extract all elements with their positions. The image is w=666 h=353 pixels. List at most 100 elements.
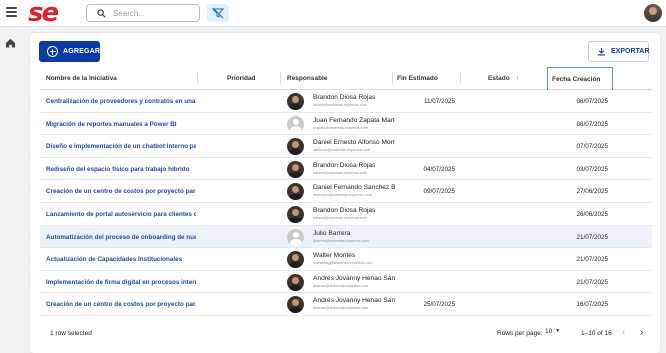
table-row[interactable]: Rediseño del espacio físico para trabajo… bbox=[40, 158, 652, 181]
initiative-name-link[interactable]: Automatización del proceso de onboarding… bbox=[46, 226, 196, 249]
fecha-creacion-cell: 07/07/2025 bbox=[576, 143, 608, 151]
fecha-creacion-cell: 27/06/2025 bbox=[576, 188, 608, 196]
initiative-name-link[interactable]: Migración de reportes manuales a Power B… bbox=[46, 113, 196, 136]
responsable-email: bdiosa@sistemas.expertos.com bbox=[313, 170, 367, 175]
home-icon[interactable] bbox=[5, 35, 16, 53]
responsable-name: Walter Montes bbox=[313, 252, 356, 260]
hamburger-menu-icon[interactable] bbox=[6, 7, 17, 18]
avatar bbox=[287, 228, 304, 246]
responsable-email: ahenao@sistemas.expertos.com bbox=[313, 283, 369, 288]
responsable-email: marketing@sistemas.expertos.com bbox=[313, 261, 373, 266]
responsable-name: Brandon Diosa Rojas bbox=[313, 161, 376, 169]
fecha-creacion-cell: 21/07/2025 bbox=[576, 233, 608, 241]
table-row[interactable]: Diseño e implementación de un chatbot in… bbox=[40, 135, 652, 158]
initiative-name-link[interactable]: Centralización de proveedores y contrato… bbox=[46, 90, 196, 113]
initiative-name-link[interactable]: Creación de un centro de costos por proy… bbox=[46, 293, 196, 316]
fecha-creacion-cell: 16/07/2025 bbox=[576, 301, 608, 309]
table-row[interactable]: Actualización de Capacidades Institucion… bbox=[40, 248, 652, 271]
avatar bbox=[287, 251, 304, 269]
rows-per-page-value: 10 bbox=[545, 328, 553, 335]
fin-estimado-cell bbox=[403, 248, 455, 271]
responsable-email: jbarrera@sistemas.expertos.com bbox=[313, 238, 369, 243]
responsable-email: bdiosa@sistemas.expertos.com bbox=[313, 103, 367, 107]
table-row[interactable]: Creación de un centro de costos por proy… bbox=[40, 293, 652, 316]
column-divider[interactable] bbox=[280, 72, 281, 84]
fecha-creacion-cell: 21/07/2025 bbox=[576, 278, 608, 286]
add-button-label: AGREGAR bbox=[63, 48, 101, 55]
search-box[interactable] bbox=[86, 4, 200, 22]
avatar bbox=[287, 183, 304, 201]
fin-estimado-cell bbox=[403, 203, 455, 226]
col-header-fin[interactable]: Fin Estimado bbox=[397, 66, 438, 90]
chevron-left-icon[interactable]: ‹ bbox=[622, 327, 625, 338]
avatar bbox=[287, 273, 304, 291]
download-icon bbox=[597, 47, 606, 56]
fin-estimado-cell bbox=[403, 271, 455, 294]
table-header: Nombre de la Iniciativa Prioridad Respon… bbox=[40, 66, 652, 90]
avatar bbox=[287, 138, 304, 156]
fecha-creacion-cell: 21/07/2025 bbox=[576, 256, 608, 264]
fin-estimado-cell bbox=[403, 226, 455, 249]
responsable-name: Andrés Jovanny Henao Sánch bbox=[313, 274, 395, 282]
sort-ascending-icon: ↑ bbox=[515, 75, 519, 82]
col-header-estado[interactable]: Estado ↑ bbox=[488, 66, 519, 90]
fecha-creacion-cell: 03/07/2025 bbox=[576, 165, 608, 173]
fin-estimado-cell: 09/07/2025 bbox=[423, 188, 455, 196]
responsable-email: ahenao@sistemas.expertos.com bbox=[313, 306, 369, 311]
initiative-name-link[interactable]: Actualización de Capacidades Institucion… bbox=[46, 248, 196, 271]
table-row[interactable]: Centralización de proveedores y contrato… bbox=[40, 90, 652, 113]
initiative-name-link[interactable]: Diseño e implementación de un chatbot in… bbox=[46, 135, 196, 158]
table-row[interactable]: Implementación de firma digital en proce… bbox=[40, 271, 652, 294]
responsable-email: jzapata@sistemas.expertos.com bbox=[313, 125, 368, 130]
search-input[interactable] bbox=[113, 7, 195, 20]
pagination-range: 1–10 of 16 bbox=[581, 330, 612, 337]
column-divider[interactable] bbox=[392, 72, 393, 84]
filter-off-button[interactable] bbox=[207, 4, 229, 22]
responsable-name: Juan Fernando Zapata Martin bbox=[313, 116, 395, 124]
fin-estimado-cell bbox=[403, 135, 455, 158]
column-divider[interactable] bbox=[460, 72, 461, 84]
col-header-nombre[interactable]: Nombre de la Iniciativa bbox=[46, 66, 117, 90]
brand-logo[interactable]: se bbox=[28, 0, 59, 26]
column-divider[interactable] bbox=[197, 72, 198, 84]
initiative-name-link[interactable]: Implementación de firma digital en proce… bbox=[46, 271, 196, 294]
table-row[interactable]: Creación de un centro de costos por proy… bbox=[40, 180, 652, 203]
responsable-name: Brandon Diosa Rojas bbox=[313, 206, 376, 214]
avatar bbox=[287, 205, 304, 223]
responsable-email: bdiosa@sistemas.expertos.com bbox=[313, 215, 367, 220]
initiative-name-link[interactable]: Lanzamiento de portal autoservicio para … bbox=[46, 203, 196, 226]
add-button[interactable]: AGREGAR bbox=[39, 41, 100, 62]
top-bar: se bbox=[0, 0, 666, 27]
table-body: Centralización de proveedores y contrato… bbox=[40, 90, 652, 316]
responsable-name: Julio Barrera bbox=[313, 229, 351, 237]
initiatives-table: Nombre de la Iniciativa Prioridad Respon… bbox=[40, 66, 652, 316]
fin-estimado-cell: 11/07/2025 bbox=[423, 98, 455, 105]
export-button[interactable]: EXPORTAR bbox=[588, 41, 649, 62]
col-header-responsable[interactable]: Responsable bbox=[287, 66, 327, 90]
table-row[interactable]: Migración de reportes manuales a Power B… bbox=[40, 113, 652, 136]
user-avatar[interactable] bbox=[644, 4, 662, 22]
table-row[interactable]: Automatización del proceso de onboarding… bbox=[40, 225, 652, 249]
search-icon bbox=[97, 9, 106, 18]
initiative-name-link[interactable]: Creación de un centro de costos por proy… bbox=[46, 180, 196, 203]
fin-estimado-cell: 04/07/2025 bbox=[423, 165, 455, 173]
avatar bbox=[287, 296, 304, 314]
avatar bbox=[287, 93, 304, 110]
left-nav-rail bbox=[0, 27, 22, 353]
table-row[interactable]: Lanzamiento de portal autoservicio para … bbox=[40, 203, 652, 226]
responsable-name: Andrés Jovanny Henao Sánch bbox=[313, 297, 395, 305]
filter-off-icon bbox=[212, 7, 224, 19]
selected-count: 1 row selected bbox=[50, 330, 92, 337]
avatar bbox=[287, 115, 304, 133]
chevron-right-icon[interactable]: › bbox=[640, 327, 643, 338]
col-header-fecha[interactable]: Fecha Creación bbox=[547, 67, 613, 90]
col-header-prioridad[interactable]: Prioridad bbox=[227, 66, 256, 90]
caret-down-icon: ▼ bbox=[555, 328, 561, 334]
initiative-name-link[interactable]: Rediseño del espacio físico para trabajo… bbox=[46, 158, 196, 181]
rows-per-page-label: Rows per page: bbox=[497, 330, 543, 337]
fecha-creacion-cell: 08/07/2025 bbox=[576, 98, 608, 105]
responsable-email: dsanchez@sistemas.expertos.com bbox=[313, 193, 372, 198]
export-button-label: EXPORTAR bbox=[611, 48, 650, 55]
rows-per-page-select[interactable]: 10 ▼ bbox=[545, 328, 560, 335]
add-circle-icon bbox=[47, 46, 58, 57]
